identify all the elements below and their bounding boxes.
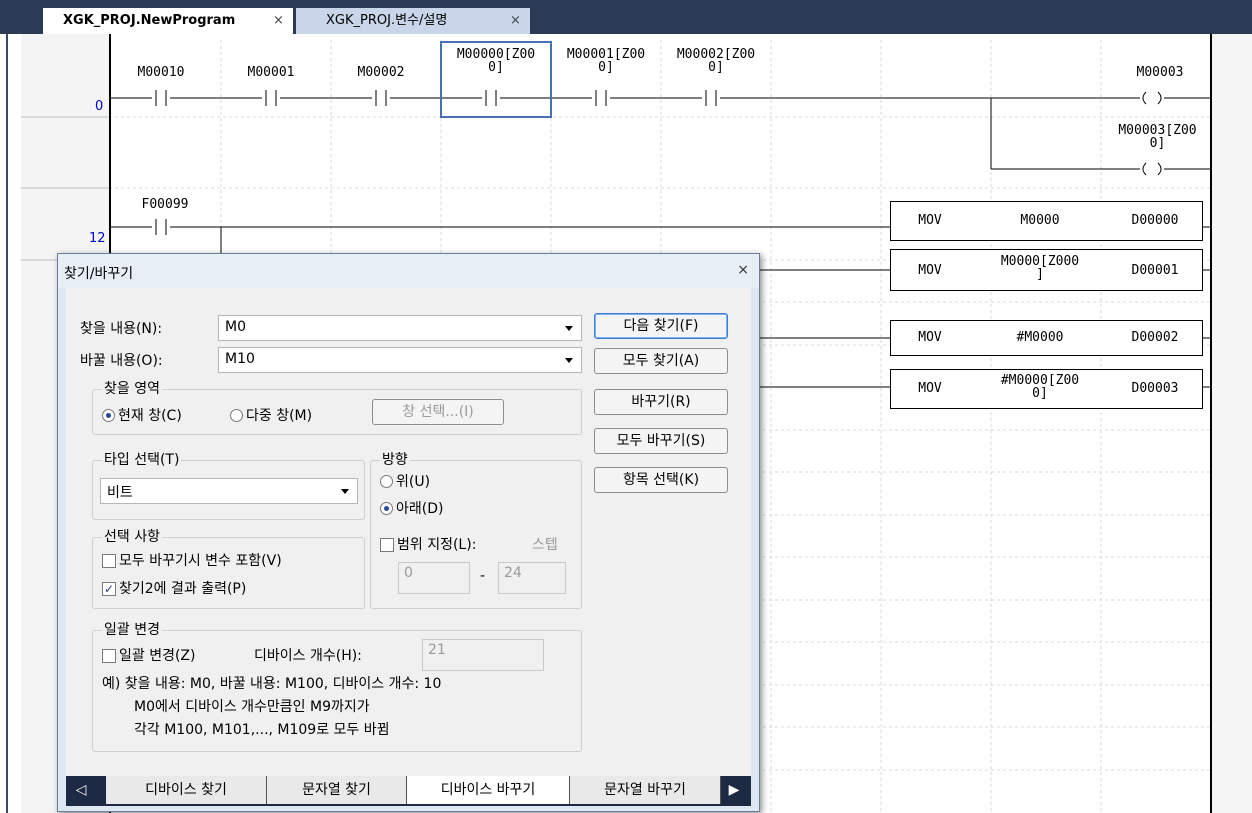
mov-op: MOV [918, 263, 942, 278]
mov-op: MOV [918, 330, 942, 345]
step-number-0: 0 [95, 99, 104, 114]
coil-label[interactable]: M00003[Z00 0] [1105, 124, 1210, 150]
range-to-input: 24 [498, 562, 566, 594]
mov-src: M0000[Z000 ] [1000, 254, 1080, 282]
contact-label[interactable]: M00001 [231, 66, 311, 79]
close-icon[interactable]: × [737, 262, 749, 278]
replace-button[interactable]: 바꾸기(R) [594, 389, 728, 415]
find-value: M0 [225, 319, 246, 335]
batch-note-line: 각각 M100, M101,..., M109로 모두 바뀜 [134, 722, 390, 738]
device-count-value: 21 [428, 642, 446, 658]
mov-dst: D00001 [1131, 263, 1179, 278]
find-replace-dialog: 찾기/바꾸기 × 찾을 내용(N): M0 바꿀 내용(O): M10 다음 찾… [57, 253, 760, 812]
contact-label[interactable]: M00002 [341, 66, 421, 79]
direction-up-radio[interactable] [380, 475, 393, 488]
direction-group-title: 방향 [380, 449, 410, 469]
scope-current-radio[interactable] [102, 409, 115, 422]
contact-label[interactable]: M00002[Z00 0] [661, 48, 771, 74]
select-window-button: 창 선택...(I) [372, 399, 504, 425]
tab-string-replace[interactable]: 문자열 바꾸기 [570, 776, 721, 804]
tab-device-find[interactable]: 디바이스 찾기 [106, 776, 267, 804]
range-step-label: 스텝 [532, 537, 558, 553]
include-vars-label[interactable]: 모두 바꾸기시 변수 포함(V) [119, 550, 282, 570]
output-find2-label[interactable]: 찾기2에 결과 출력(P) [119, 578, 246, 598]
direction-up-label[interactable]: 위(U) [396, 471, 430, 491]
mov-dst: D00002 [1131, 330, 1179, 345]
range-to-value: 24 [504, 565, 522, 581]
replace-combo[interactable]: M10 [218, 347, 582, 373]
select-items-button[interactable]: 항목 선택(K) [594, 467, 728, 493]
chevron-down-icon[interactable] [341, 489, 349, 494]
find-combo[interactable]: M0 [218, 315, 582, 341]
mov-src: #M0000[Z00 0] [1000, 373, 1080, 401]
batch-note-line: 예) 찾을 내용: M0, 바꿀 내용: M100, 디바이스 개수: 10 [102, 676, 442, 692]
mov-dst: D00003 [1131, 381, 1179, 396]
direction-down-label[interactable]: 아래(D) [396, 498, 443, 518]
scope-current-label[interactable]: 현재 창(C) [118, 405, 182, 425]
tab-string-find[interactable]: 문자열 찾기 [267, 776, 407, 804]
dialog-title-bar[interactable]: 찾기/바꾸기 × [58, 254, 759, 288]
range-from-input: 0 [398, 562, 470, 594]
mov-src: #M0000 [1016, 330, 1064, 345]
replace-value: M10 [225, 351, 255, 367]
device-count-label: 디바이스 개수(H): [254, 648, 362, 664]
type-value: 비트 [107, 485, 133, 501]
scope-multi-label[interactable]: 다중 창(M) [246, 405, 312, 425]
batch-note-line: M0에서 디바이스 개수만큼인 M9까지가 [134, 699, 370, 715]
coil-label[interactable]: M00003 [1110, 66, 1210, 79]
scope-multi-radio[interactable] [230, 409, 243, 422]
include-vars-checkbox[interactable] [102, 554, 116, 568]
range-label[interactable]: 범위 지정(L): [397, 534, 476, 554]
find-next-button[interactable]: 다음 찾기(F) [594, 313, 728, 339]
mov-op: MOV [918, 381, 942, 396]
output-find2-checkbox[interactable]: ✓ [102, 582, 116, 596]
replace-label: 바꿀 내용(O): [80, 353, 163, 369]
batch-check-label[interactable]: 일괄 변경(Z) [119, 645, 196, 665]
chevron-down-icon[interactable] [565, 358, 573, 363]
dialog-tab-strip: ◁ 디바이스 찾기 문자열 찾기 디바이스 바꾸기 문자열 바꾸기 ▶ [66, 776, 751, 806]
batch-group-title: 일괄 변경 [102, 619, 162, 639]
range-from-value: 0 [404, 565, 413, 581]
range-checkbox[interactable] [380, 538, 394, 552]
mov-op: MOV [918, 213, 942, 228]
options-group [92, 537, 365, 609]
tab-scroll-left[interactable]: ◁ [66, 776, 96, 804]
chevron-down-icon[interactable] [565, 326, 573, 331]
type-combo[interactable]: 비트 [100, 478, 358, 504]
dialog-body: 찾을 내용(N): M0 바꿀 내용(O): M10 다음 찾기(F) 모두 찾… [66, 288, 751, 776]
direction-down-radio[interactable] [380, 502, 393, 515]
contact-label[interactable]: M00010 [121, 66, 201, 79]
batch-checkbox[interactable] [102, 649, 116, 663]
contact-label[interactable]: F00099 [125, 198, 205, 211]
contact-label[interactable]: M00001[Z00 0] [551, 48, 661, 74]
find-all-button[interactable]: 모두 찾기(A) [594, 348, 728, 374]
step-number-12: 12 [89, 231, 106, 246]
range-dash: - [480, 568, 486, 584]
mov-dst: D00000 [1131, 213, 1179, 228]
options-group-title: 선택 사항 [102, 526, 162, 546]
type-group-title: 타입 선택(T) [102, 449, 182, 469]
dialog-title: 찾기/바꾸기 [64, 266, 134, 282]
tab-device-replace[interactable]: 디바이스 바꾸기 [407, 776, 570, 804]
replace-all-button[interactable]: 모두 바꾸기(S) [594, 428, 728, 454]
contact-label[interactable]: M00000[Z00 0] [441, 48, 551, 74]
mov-src: M0000 [1020, 213, 1060, 228]
device-count-input: 21 [422, 639, 544, 671]
right-power-rail [1210, 34, 1212, 813]
find-label: 찾을 내용(N): [80, 321, 163, 337]
scope-group-title: 찾을 영역 [102, 378, 162, 398]
tab-scroll-right[interactable]: ▶ [722, 776, 746, 804]
